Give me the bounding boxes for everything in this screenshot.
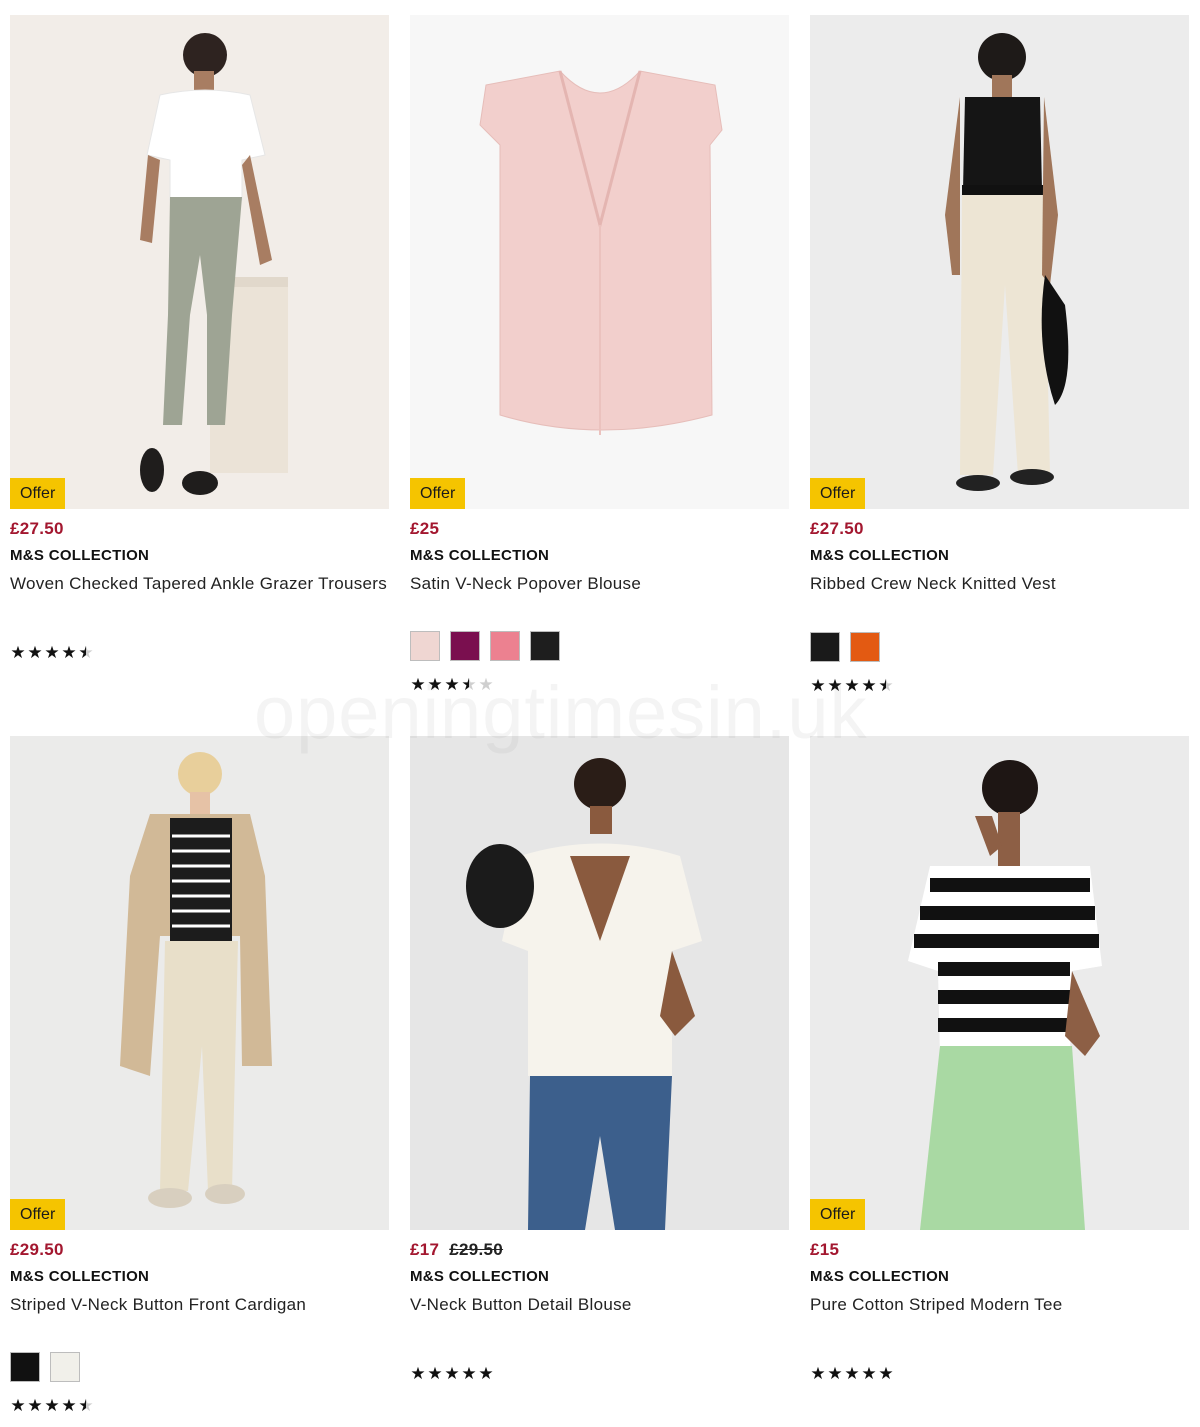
product-title[interactable]: Ribbed Crew Neck Knitted Vest [810,570,1189,598]
colour-swatch[interactable] [810,632,840,662]
product-card[interactable]: Offer £25 M&S COLLECTION Satin V-Neck Po… [410,15,789,693]
product-card[interactable]: Offer £15 M&S COLLECTION Pure Cotton Str… [810,736,1189,1382]
star-icon: ★ [427,675,443,694]
colour-swatches [10,1352,80,1382]
product-image[interactable]: Offer [10,15,389,509]
colour-swatch[interactable] [530,631,560,661]
rating-stars: ★ ★ ★ ★ ★ [10,644,94,661]
product-image[interactable]: Offer [410,15,789,509]
offer-badge: Offer [810,478,866,509]
rating-stars: ★ ★ ★ ★ ★ [810,677,894,694]
star-icon: ★ [810,676,826,695]
star-icon: ★ [410,1364,426,1383]
product-card[interactable]: Offer £27.50 M&S COLLECTION Ribbed Crew … [810,15,1189,694]
star-icon: ★ [27,1396,43,1415]
star-icon: ★ [861,676,877,695]
product-card[interactable]: Offer £27.50 M&S COLLECTION Woven Checke… [10,15,389,661]
offer-badge: Offer [410,478,466,509]
product-title[interactable]: Pure Cotton Striped Modern Tee [810,1291,1189,1319]
price: £29.50 [10,1240,64,1259]
product-card[interactable]: £17 £29.50 M&S COLLECTION V-Neck Button D… [410,736,789,1382]
star-icon: ★ [444,675,460,694]
brand-label: M&S COLLECTION [10,1268,150,1285]
brand-label: M&S COLLECTION [410,547,550,564]
star-icon: ★ [410,675,426,694]
colour-swatch[interactable] [10,1352,40,1382]
star-icon: ★ [444,1364,460,1383]
offer-badge: Offer [810,1199,866,1230]
brand-label: M&S COLLECTION [810,1268,950,1285]
product-image[interactable]: Offer [10,736,389,1230]
star-icon: ★ [61,643,77,662]
colour-swatches [410,631,560,661]
brand-label: M&S COLLECTION [410,1268,550,1285]
star-icon: ★ [861,1364,877,1383]
star-icon: ★ [10,643,26,662]
star-icon: ★ [844,1364,860,1383]
product-image[interactable] [410,736,789,1230]
star-icon: ★ [78,643,94,662]
product-title[interactable]: Striped V-Neck Button Front Cardigan [10,1291,389,1319]
product-title[interactable]: Satin V-Neck Popover Blouse [410,570,789,598]
star-icon: ★ [10,1396,26,1415]
colour-swatch[interactable] [490,631,520,661]
colour-swatches [810,632,880,662]
price: £27.50 [810,519,864,538]
price: £27.50 [10,519,64,538]
product-card[interactable]: Offer £29.50 M&S COLLECTION Striped V-Ne… [10,736,389,1414]
rating-stars: ★ ★ ★ ★ ★ [410,676,494,693]
star-icon: ★ [810,1364,826,1383]
star-icon: ★ [827,676,843,695]
star-icon: ★ [61,1396,77,1415]
star-icon: ★ [27,643,43,662]
colour-swatch[interactable] [450,631,480,661]
brand-label: M&S COLLECTION [10,547,150,564]
colour-swatch[interactable] [850,632,880,662]
price: £17 £29.50 [410,1240,504,1259]
price: £25 [410,519,440,538]
star-icon: ★ [461,675,477,694]
star-icon: ★ [827,1364,843,1383]
was-price: £29.50 [449,1240,504,1259]
star-icon: ★ [44,1396,60,1415]
brand-label: M&S COLLECTION [810,547,950,564]
star-icon: ★ [844,676,860,695]
offer-badge: Offer [10,1199,66,1230]
star-icon: ★ [427,1364,443,1383]
star-icon: ★ [44,643,60,662]
colour-swatch[interactable] [50,1352,80,1382]
product-image[interactable]: Offer [810,15,1189,509]
star-icon: ★ [461,1364,477,1383]
product-image[interactable]: Offer [810,736,1189,1230]
product-title[interactable]: Woven Checked Tapered Ankle Grazer Trous… [10,570,389,598]
rating-stars: ★ ★ ★ ★ ★ [410,1365,494,1382]
colour-swatch[interactable] [410,631,440,661]
rating-stars: ★ ★ ★ ★ ★ [10,1397,94,1414]
star-icon: ★ [878,1364,894,1383]
offer-badge: Offer [10,478,66,509]
price: £15 [810,1240,840,1259]
product-title[interactable]: V-Neck Button Detail Blouse [410,1291,789,1319]
star-icon: ★ [878,676,894,695]
star-icon: ★ [478,1364,494,1383]
star-icon: ★ [478,675,494,694]
star-icon: ★ [78,1396,94,1415]
rating-stars: ★ ★ ★ ★ ★ [810,1365,894,1382]
